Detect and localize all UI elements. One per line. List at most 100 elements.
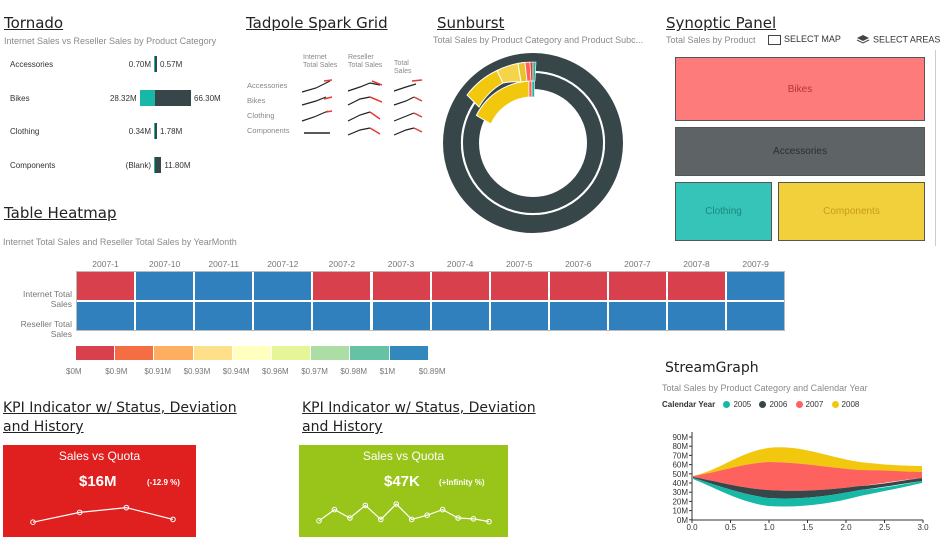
heatmap-cell[interactable] [726,271,786,301]
heatmap-cell[interactable] [607,301,667,331]
heatmap-legend-label: $0.94M [222,367,250,376]
tornado-title: Tornado [4,14,64,32]
heatmap-cell[interactable] [135,271,195,301]
heatmap-title: Table Heatmap [4,204,117,222]
tadpole-sparklines[interactable] [300,75,430,140]
heatmap-legend-label: $0M [66,367,82,376]
synoptic-area-clothing[interactable]: Clothing [675,182,772,241]
legend-dot-2008 [831,401,839,409]
heatmap-cell[interactable] [548,301,608,331]
heatmap-legend-label: $0.91M [144,367,172,376]
tadpole-row-components: Components [247,126,290,135]
heatmap-cell[interactable] [312,301,372,331]
heatmap-cell[interactable] [194,301,254,331]
synoptic-subtitle: Total Sales by Product [666,35,756,45]
tornado-bar-internet[interactable] [139,90,155,106]
streamgraph-chart[interactable]: 90M80M70M60M50M40M30M20M10M0M 0.0 0.5 1.0 1… [660,428,935,536]
synoptic-area-bikes[interactable]: Bikes [675,57,925,121]
kpi2-deviation: (+Infinity %) [439,478,485,487]
tornado-bar-reseller[interactable] [155,56,157,72]
stream-y-tick: 80M [672,442,688,451]
heatmap-cell[interactable] [489,301,549,331]
heatmap-cell[interactable] [312,271,372,301]
kpi1-card[interactable]: Sales vs Quota $16M (-12.9 %) [3,445,196,537]
heatmap-cell[interactable] [489,271,549,301]
kpi-history-polyline [318,503,490,523]
heatmap-cell[interactable] [430,301,490,331]
stream-x-axis: 0.0 0.5 1.0 1.5 2.0 2.5 3.0 [686,520,929,532]
heatmap-legend-swatch [115,346,154,360]
sunburst-segment-accessories [528,80,533,98]
tornado-value-internet: 28.32M [109,94,137,103]
synoptic-title: Synoptic Panel [666,14,777,32]
heatmap-cell[interactable] [194,271,254,301]
tornado-bar-reseller[interactable] [155,157,162,173]
legend-label-2008[interactable]: 2008 [842,400,860,409]
legend-dot-2007 [795,401,803,409]
heatmap-legend-label: $0.96M [262,367,289,376]
heatmap-cell[interactable] [371,271,431,301]
tornado-value-reseller: 0.57M [160,60,183,69]
synoptic-area-accessories[interactable]: Accessories [675,127,925,176]
stream-y-tick: 40M [672,479,688,488]
heatmap-column-header: 2007-5 [505,259,533,269]
legend-label-2005[interactable]: 2005 [733,400,751,409]
heatmap-cell[interactable] [726,301,786,331]
tornado-value-reseller: 1.78M [160,127,183,136]
sunburst-segment-clothing [531,80,535,98]
heatmap-cell[interactable] [76,271,136,301]
layers-icon [856,34,870,46]
spark-bikes-internet [301,96,333,106]
heatmap-column-header: 2007-1 [92,259,119,269]
heatmap-column-header: 2007-2 [328,259,356,269]
heatmap-cell[interactable] [371,301,431,331]
stream-subtitle: Total Sales by Product Category and Cale… [662,383,868,393]
heatmap-legend-label: $0.89M [418,367,446,376]
synoptic-area-accessories-label: Accessories [773,146,827,157]
kpi1-title-line2: and History [3,419,84,435]
spark-bikes-reseller [347,96,383,106]
heatmap-subtitle: Internet Total Sales and Reseller Total … [3,237,237,247]
kpi2-history-line [316,501,492,525]
stream-x-tick: 1.0 [763,523,775,532]
heatmap-legend-swatch [193,346,232,360]
stream-y-tick: 30M [672,488,688,497]
heatmap-row-label-reseller: Reseller Total Sales [20,319,72,339]
legend-label-2007[interactable]: 2007 [806,400,824,409]
stream-y-tick: 90M [672,433,688,442]
kpi1-deviation: (-12.9 %) [147,478,180,487]
legend-dot-2005 [723,401,731,409]
heatmap-legend-swatch [272,346,311,360]
spark-clothing-reseller [347,111,381,122]
kpi1-history-line [30,504,176,526]
heatmap-legend-label: $0.93M [183,367,211,376]
tadpole-title: Tadpole Spark Grid [246,14,388,32]
tornado-bar-reseller[interactable] [155,123,157,139]
sunburst-title: Sunburst [437,14,505,32]
tornado-value-reseller: 11.80M [164,161,191,170]
sunburst-chart[interactable] [440,50,626,236]
heatmap-cell[interactable] [430,271,490,301]
heatmap-cell[interactable] [607,271,667,301]
heatmap-cell[interactable] [253,301,313,331]
tadpole-col-internet: Internet Total Sales [303,54,338,69]
synoptic-area-components-label: Components [823,206,880,217]
tornado-bar-reseller[interactable] [155,90,191,106]
heatmap-cell[interactable] [667,271,727,301]
stream-y-tick: 60M [672,461,688,470]
synoptic-area-components[interactable]: Components [778,182,925,241]
select-map-button[interactable]: SELECT MAP [768,34,841,45]
heatmap-cell[interactable] [667,301,727,331]
heatmap-cell[interactable] [135,301,195,331]
heatmap-cell[interactable] [253,271,313,301]
heatmap-cell[interactable] [76,301,136,331]
kpi2-card[interactable]: Sales vs Quota $47K (+Infinity %) [299,445,508,537]
sunburst-subtitle: Total Sales by Product Category and Prod… [433,35,644,45]
legend-label-2006[interactable]: 2006 [769,400,787,409]
heatmap-cell[interactable] [548,271,608,301]
stream-y-axis: 90M80M70M60M50M40M30M20M10M0M [672,433,692,525]
select-areas-button[interactable]: SELECT AREAS [856,34,940,46]
spark-components-total [393,127,423,136]
tadpole-col-reseller: Reseller Total Sales [348,54,383,69]
heatmap-column-header: 2007-12 [267,259,299,269]
